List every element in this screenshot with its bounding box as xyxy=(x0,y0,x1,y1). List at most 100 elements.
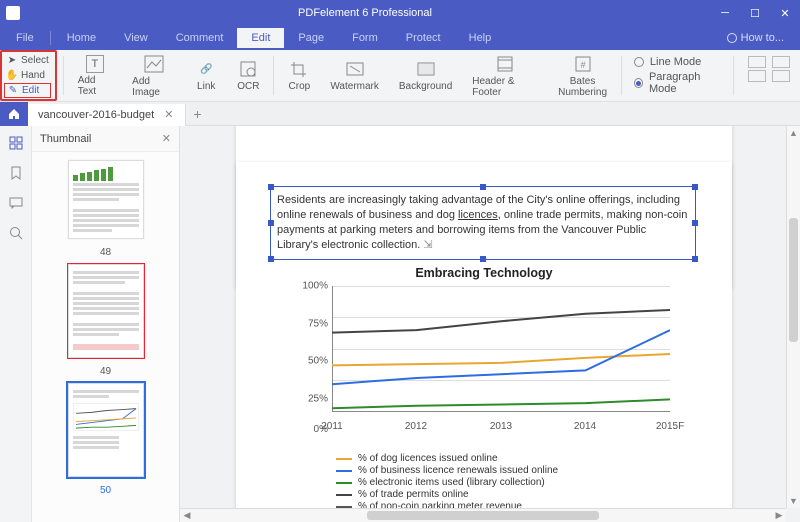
legend-0: % of dog licences issued online xyxy=(358,453,498,464)
ocr-icon xyxy=(237,59,259,79)
menu-help[interactable]: Help xyxy=(455,28,506,48)
new-tab-button[interactable]: + xyxy=(186,106,208,122)
minimize-button[interactable]: ─ xyxy=(710,0,740,26)
close-thumbnail-panel[interactable]: ✕ xyxy=(162,132,171,145)
menu-page[interactable]: Page xyxy=(284,28,338,48)
how-to[interactable]: How to... xyxy=(727,32,800,44)
x-tick-2: 2013 xyxy=(490,421,512,432)
mode-hand[interactable]: ✋Hand xyxy=(4,68,51,83)
document-tab-strip: vancouver-2016-budget ✕ + xyxy=(0,102,800,126)
menu-view[interactable]: View xyxy=(110,28,162,48)
menu-protect[interactable]: Protect xyxy=(392,28,455,48)
handle-mr[interactable] xyxy=(692,220,698,226)
chart: 100% 75% 50% 25% 0% 2011 2012 2013 2014 … xyxy=(288,286,678,436)
home-tab-icon[interactable] xyxy=(0,102,28,126)
link-button[interactable]: 🔗Link xyxy=(185,50,227,101)
thumb-label-50: 50 xyxy=(100,485,111,496)
menu-edit[interactable]: Edit xyxy=(237,28,284,48)
thumbnail-panel: Thumbnail ✕ 48 49 xyxy=(32,126,180,522)
thumb-page-48[interactable] xyxy=(68,160,144,239)
handle-tr[interactable] xyxy=(692,184,698,190)
menu-file[interactable]: File xyxy=(2,28,48,48)
mode-select[interactable]: ➤Select xyxy=(4,53,51,68)
menu-bar: File Home View Comment Edit Page Form Pr… xyxy=(0,26,800,50)
thumb-page-50[interactable] xyxy=(68,383,144,477)
document-canvas[interactable]: VANCOUVER 49 Residents are increasingly … xyxy=(180,126,800,522)
crop-button[interactable]: Crop xyxy=(278,50,320,101)
thumbnail-panel-title: Thumbnail xyxy=(40,133,91,145)
close-button[interactable]: ✕ xyxy=(770,0,800,26)
thumb-label-48: 48 xyxy=(100,247,111,258)
crop-icon xyxy=(288,59,310,79)
bulb-icon xyxy=(727,33,737,43)
x-tick-3: 2014 xyxy=(574,421,596,432)
add-image-button[interactable]: Add Image xyxy=(122,50,185,101)
bates-button[interactable]: #Bates Numbering xyxy=(548,50,617,101)
app-icon xyxy=(6,6,20,20)
y-tick-75: 75% xyxy=(308,318,328,329)
handle-bl[interactable] xyxy=(268,256,274,262)
align-group xyxy=(738,50,800,101)
selected-text-box[interactable]: Residents are increasingly taking advant… xyxy=(270,186,696,260)
image-icon xyxy=(143,54,165,74)
add-text-button[interactable]: TAdd Text xyxy=(68,50,122,101)
menu-form[interactable]: Form xyxy=(338,28,392,48)
handle-br[interactable] xyxy=(692,256,698,262)
thumbnail-rail-button[interactable] xyxy=(7,134,25,152)
align-btn-2[interactable] xyxy=(772,56,790,68)
align-btn-4[interactable] xyxy=(772,70,790,82)
thumb-page-49[interactable] xyxy=(68,264,144,358)
chart-lines xyxy=(332,286,670,412)
y-tick-25: 25% xyxy=(308,393,328,404)
horizontal-scrollbar[interactable]: ◀▶ xyxy=(180,508,786,522)
close-tab-icon[interactable]: ✕ xyxy=(162,108,175,121)
cursor-icon: ➤ xyxy=(6,55,18,67)
text-icon: T xyxy=(86,55,104,73)
x-tick-4: 2015F xyxy=(656,421,684,432)
menu-home[interactable]: Home xyxy=(53,28,110,48)
align-btn-1[interactable] xyxy=(748,56,766,68)
x-tick-0: 2011 xyxy=(321,421,343,432)
edit-mode-group: Line Mode Paragraph Mode xyxy=(626,50,729,101)
watermark-button[interactable]: Watermark xyxy=(320,50,389,101)
background-button[interactable]: Background xyxy=(389,50,462,101)
handle-bm[interactable] xyxy=(480,256,486,262)
mode-edit[interactable]: ✎Edit xyxy=(4,83,51,98)
chart-legend: % of dog licences issued online % of bus… xyxy=(336,452,558,513)
bates-icon: # xyxy=(572,54,594,74)
vertical-scrollbar[interactable]: ▲▼ xyxy=(786,126,800,508)
headerfooter-icon xyxy=(494,54,516,74)
handle-tl[interactable] xyxy=(268,184,274,190)
handle-tm[interactable] xyxy=(480,184,486,190)
document-tab[interactable]: vancouver-2016-budget ✕ xyxy=(28,104,186,126)
app-title: PDFelement 6 Professional xyxy=(20,7,710,19)
menu-comment[interactable]: Comment xyxy=(162,28,238,48)
y-tick-50: 50% xyxy=(308,356,328,367)
thumb-label-49: 49 xyxy=(100,366,111,377)
header-footer-button[interactable]: Header & Footer xyxy=(462,50,548,101)
document-tab-label: vancouver-2016-budget xyxy=(38,109,154,121)
legend-3: % of trade permits online xyxy=(358,489,469,500)
legend-2: % electronic items used (library collect… xyxy=(358,477,545,488)
search-rail-button[interactable] xyxy=(7,224,25,242)
edit-icon: ✎ xyxy=(7,85,19,97)
ribbon: ➤Select ✋Hand ✎Edit TAdd Text Add Image … xyxy=(0,50,800,102)
align-btn-3[interactable] xyxy=(748,70,766,82)
textbox-content: Residents are increasingly taking advant… xyxy=(277,194,687,251)
link-icon: 🔗 xyxy=(195,59,217,79)
legend-1: % of business licence renewals issued on… xyxy=(358,465,558,476)
paragraph-mode-radio[interactable]: Paragraph Mode xyxy=(634,71,721,95)
comment-rail-button[interactable] xyxy=(7,194,25,212)
hand-icon: ✋ xyxy=(6,70,18,82)
line-mode-radio[interactable]: Line Mode xyxy=(634,56,721,68)
handle-ml[interactable] xyxy=(268,220,274,226)
selection-mode-group: ➤Select ✋Hand ✎Edit xyxy=(0,50,57,101)
chart-title: Embracing Technology xyxy=(236,266,732,280)
svg-text:#: # xyxy=(580,60,585,70)
y-tick-100: 100% xyxy=(302,281,328,292)
x-tick-1: 2012 xyxy=(405,421,427,432)
maximize-button[interactable]: ☐ xyxy=(740,0,770,26)
ocr-button[interactable]: OCR xyxy=(227,50,269,101)
bookmark-rail-button[interactable] xyxy=(7,164,25,182)
watermark-icon xyxy=(344,59,366,79)
